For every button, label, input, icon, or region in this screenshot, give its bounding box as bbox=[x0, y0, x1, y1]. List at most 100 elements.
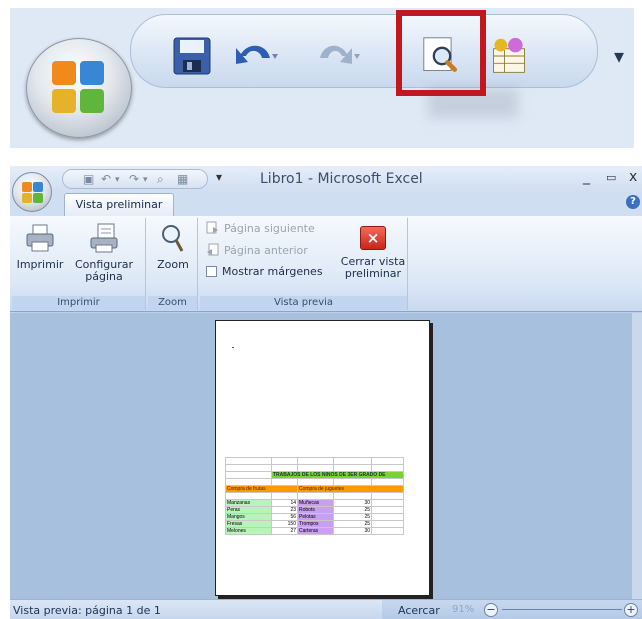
excel-window: ▣ ↶ ▾ ↷ ▾ ⌕ ▦ ▾ Libro1 - Microsoft Excel… bbox=[10, 166, 642, 619]
table-row: TRABAJOS DE LOS NIÑOS DE 3ER GRADO DE bbox=[225, 471, 404, 479]
vertical-scrollbar[interactable] bbox=[632, 313, 642, 599]
undo-icon[interactable] bbox=[232, 36, 282, 76]
table-row: Melones 27 Carteras 30 bbox=[225, 527, 404, 535]
close-button[interactable]: x bbox=[629, 169, 637, 185]
imprimir-button[interactable]: Imprimir bbox=[14, 222, 66, 271]
toy-cell: Trompos bbox=[297, 520, 334, 528]
pagina-anterior-button[interactable]: Página anterior bbox=[206, 243, 308, 257]
toy-cell: Carteras bbox=[297, 527, 334, 535]
undo-dropdown-icon[interactable]: ▾ bbox=[115, 175, 120, 185]
save-icon[interactable]: ▣ bbox=[83, 172, 94, 186]
toy-qty-cell: 25 bbox=[333, 513, 372, 521]
help-icon[interactable]: ? bbox=[626, 195, 640, 209]
pagina-siguiente-button[interactable]: Página siguiente bbox=[206, 221, 315, 235]
qat-customize-icon[interactable]: ▾ bbox=[216, 170, 222, 184]
print-preview-icon[interactable]: ⌕ bbox=[157, 172, 164, 187]
preview-page: TRABAJOS DE LOS NIÑOS DE 3ER GRADO DE Co… bbox=[215, 320, 430, 596]
close-preview-icon: × bbox=[360, 226, 386, 250]
qat-customize-icon[interactable]: ▾ bbox=[614, 44, 624, 68]
toy-cell: Pelotas bbox=[297, 513, 334, 521]
window-title: Libro1 - Microsoft Excel bbox=[260, 171, 423, 187]
redo-icon[interactable] bbox=[310, 36, 360, 76]
zoom-in-label[interactable]: Acercar bbox=[398, 604, 440, 617]
toy-qty-cell: 30 bbox=[333, 499, 372, 507]
office-logo-piece bbox=[33, 193, 43, 203]
office-button[interactable] bbox=[12, 172, 52, 212]
cerrar-label-2: preliminar bbox=[344, 267, 402, 280]
fruit-cell: Peras bbox=[225, 506, 272, 514]
toy-qty-cell: 25 bbox=[333, 520, 372, 528]
group-label-vista-previa: Vista previa bbox=[200, 296, 407, 310]
zoom-in-button[interactable]: + bbox=[624, 603, 638, 617]
office-logo-piece bbox=[22, 193, 32, 203]
zoomed-quick-access-toolbar: ▾ bbox=[10, 8, 634, 148]
configurar-label-2: página bbox=[85, 270, 123, 283]
format-painter-icon[interactable]: ▦ bbox=[177, 172, 188, 186]
title-bar: ▣ ↶ ▾ ↷ ▾ ⌕ ▦ ▾ Libro1 - Microsoft Excel… bbox=[10, 166, 642, 192]
group-vista-previa: Página siguiente Página anterior Mostrar… bbox=[200, 218, 408, 310]
table-row bbox=[225, 478, 404, 486]
undo-icon[interactable]: ↶ bbox=[101, 172, 111, 186]
configurar-pagina-button[interactable]: Configurar página bbox=[70, 222, 138, 283]
mostrar-margenes-label: Mostrar márgenes bbox=[222, 265, 323, 278]
zoom-slider[interactable] bbox=[502, 609, 622, 610]
pagina-siguiente-label: Página siguiente bbox=[224, 222, 315, 235]
toy-qty-cell: 25 bbox=[333, 506, 372, 514]
fruit-cell: Manzanas bbox=[225, 499, 272, 507]
ribbon-tab-row: Vista preliminar ? bbox=[10, 192, 642, 216]
maximize-button[interactable]: ▭ bbox=[606, 171, 616, 184]
fruit-cell: Mangos bbox=[225, 513, 272, 521]
status-text: Vista previa: página 1 de 1 bbox=[13, 604, 161, 617]
zoom-button[interactable]: Zoom bbox=[152, 222, 194, 271]
table-row bbox=[225, 464, 404, 472]
toy-cell: Muñecas bbox=[297, 499, 334, 507]
table-row bbox=[225, 492, 404, 500]
status-bar: Vista previa: página 1 de 1 Acercar 91% … bbox=[10, 599, 642, 619]
table-row: Mangos 56 Pelotas 25 bbox=[225, 513, 404, 521]
imprimir-label: Imprimir bbox=[16, 258, 64, 271]
ribbon: Imprimir Configurar página Imprimir Zoom… bbox=[10, 216, 642, 312]
highlight-box bbox=[396, 10, 486, 96]
qty-cell: 23 bbox=[271, 506, 298, 514]
toy-qty-cell: 30 bbox=[333, 527, 372, 535]
office-logo-icon bbox=[50, 59, 108, 117]
minimize-button[interactable]: _ bbox=[583, 169, 590, 185]
page-setup-icon bbox=[90, 223, 118, 253]
office-logo-icon bbox=[22, 182, 32, 192]
table-row: Peras 23 Robots 25 bbox=[225, 506, 404, 514]
group-label-imprimir: Imprimir bbox=[12, 296, 145, 310]
page-mark bbox=[232, 347, 234, 348]
header-juguetes: Compra de juguetes bbox=[297, 485, 404, 493]
toy-cell: Robots bbox=[297, 506, 334, 514]
qty-cell: 150 bbox=[271, 520, 298, 528]
mostrar-margenes-checkbox[interactable]: Mostrar márgenes bbox=[206, 265, 323, 278]
table-row: Compra de frutas Compra de juguetes bbox=[225, 485, 404, 493]
preview-table: TRABAJOS DE LOS NIÑOS DE 3ER GRADO DE Co… bbox=[225, 457, 404, 535]
cerrar-vista-preliminar-button[interactable]: × Cerrar vista preliminar bbox=[340, 222, 406, 280]
quick-access-toolbar: ▣ ↶ ▾ ↷ ▾ ⌕ ▦ bbox=[62, 169, 208, 189]
zoom-out-button[interactable]: − bbox=[484, 603, 498, 617]
format-painter-icon[interactable] bbox=[484, 36, 534, 76]
qty-cell: 14 bbox=[271, 499, 298, 507]
previous-page-icon bbox=[207, 243, 219, 256]
checkbox-icon bbox=[206, 266, 217, 277]
office-button[interactable] bbox=[26, 38, 132, 138]
fruit-cell: Fresas bbox=[225, 520, 272, 528]
qty-cell: 27 bbox=[271, 527, 298, 535]
zoom-label: Zoom bbox=[157, 258, 189, 271]
magnifier-icon bbox=[162, 225, 184, 252]
pagina-anterior-label: Página anterior bbox=[224, 244, 308, 257]
redo-icon[interactable]: ↷ bbox=[129, 172, 139, 186]
table-row bbox=[225, 457, 404, 465]
group-label-zoom: Zoom bbox=[148, 296, 197, 310]
group-imprimir: Imprimir Configurar página Imprimir bbox=[12, 218, 146, 310]
save-icon[interactable] bbox=[170, 36, 214, 76]
redo-dropdown-icon[interactable]: ▾ bbox=[143, 175, 148, 185]
office-logo-piece bbox=[33, 182, 43, 192]
qty-cell: 56 bbox=[271, 513, 298, 521]
printer-icon bbox=[26, 224, 54, 252]
group-zoom: Zoom Zoom bbox=[148, 218, 198, 310]
sheet-title: TRABAJOS DE LOS NIÑOS DE 3ER GRADO DE bbox=[271, 471, 404, 479]
tab-vista-preliminar[interactable]: Vista preliminar bbox=[64, 193, 174, 216]
fruit-cell: Melones bbox=[225, 527, 272, 535]
